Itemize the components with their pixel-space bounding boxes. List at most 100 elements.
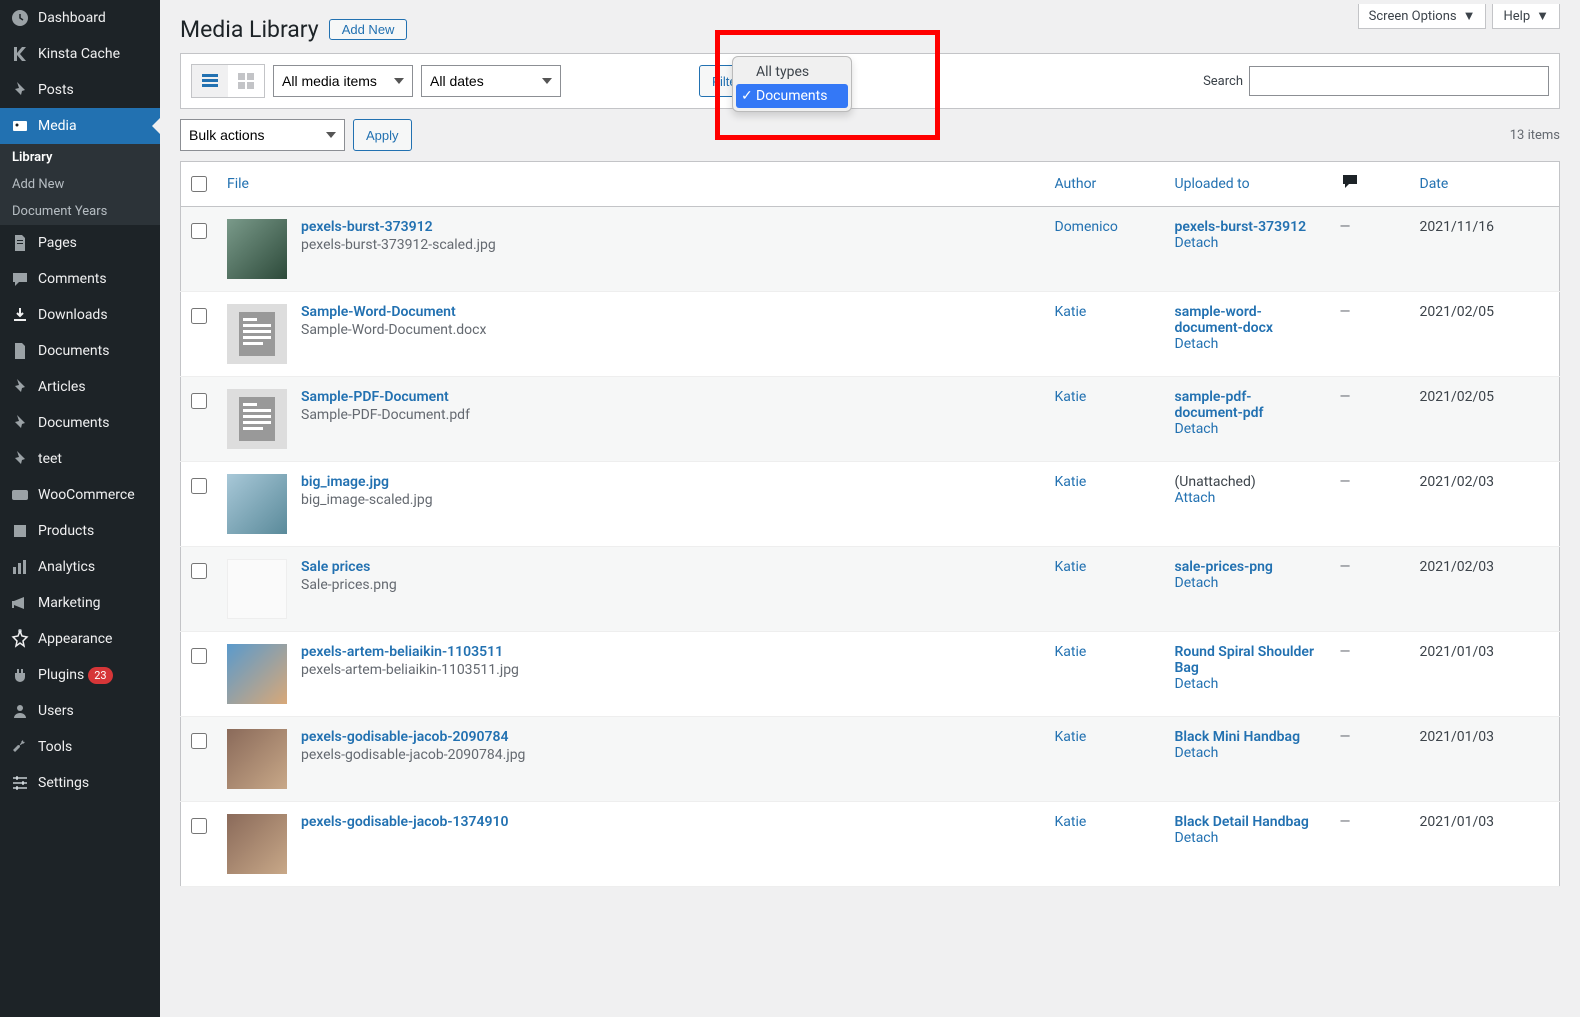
sidebar-item-label: Comments — [38, 271, 107, 287]
screen-options-tab[interactable]: Screen Options ▼ — [1358, 4, 1487, 29]
sidebar-item-articles[interactable]: Articles — [0, 369, 160, 405]
media-thumbnail[interactable] — [227, 474, 287, 534]
file-title-link[interactable]: Sample-Word-Document — [301, 304, 456, 320]
detach-link[interactable]: Detach — [1175, 830, 1219, 846]
row-checkbox[interactable] — [191, 648, 207, 664]
uploaded-link[interactable]: sample-pdf-document-pdf — [1175, 389, 1320, 421]
sidebar-item-documents[interactable]: Documents — [0, 405, 160, 441]
file-title-link[interactable]: pexels-burst-373912 — [301, 219, 433, 235]
sidebar-item-dashboard[interactable]: Dashboard — [0, 0, 160, 36]
sidebar-subitem-library[interactable]: Library — [0, 144, 160, 171]
row-checkbox[interactable] — [191, 818, 207, 834]
sidebar-item-analytics[interactable]: Analytics — [0, 549, 160, 585]
col-uploaded[interactable]: Uploaded to — [1165, 162, 1330, 207]
file-title-link[interactable]: pexels-godisable-jacob-2090784 — [301, 729, 508, 745]
file-title-link[interactable]: pexels-godisable-jacob-1374910 — [301, 814, 508, 830]
sidebar-item-marketing[interactable]: Marketing — [0, 585, 160, 621]
media-thumbnail[interactable] — [227, 304, 287, 364]
file-title-link[interactable]: Sample-PDF-Document — [301, 389, 449, 405]
date-cell: 2021/01/03 — [1410, 717, 1560, 802]
type-option-documents[interactable]: Documents — [736, 84, 848, 108]
detach-link[interactable]: Detach — [1175, 676, 1219, 692]
sidebar-item-posts[interactable]: Posts — [0, 72, 160, 108]
media-items-filter[interactable]: All media items — [273, 65, 413, 97]
sidebar-item-users[interactable]: Users — [0, 693, 160, 729]
file-title-link[interactable]: big_image.jpg — [301, 474, 389, 490]
sidebar-item-media[interactable]: Media — [0, 108, 160, 144]
row-checkbox[interactable] — [191, 478, 207, 494]
col-file[interactable]: File — [217, 162, 1045, 207]
row-checkbox[interactable] — [191, 393, 207, 409]
detach-link[interactable]: Detach — [1175, 235, 1219, 251]
uploaded-link[interactable]: sample-word-document-docx — [1175, 304, 1320, 336]
list-view-button[interactable] — [192, 65, 228, 97]
sidebar-item-downloads[interactable]: Downloads — [0, 297, 160, 333]
uploaded-link[interactable]: Round Spiral Shoulder Bag — [1175, 644, 1320, 676]
sidebar-item-teet[interactable]: teet — [0, 441, 160, 477]
uploaded-link[interactable]: Black Mini Handbag — [1175, 729, 1320, 745]
author-link[interactable]: Domenico — [1055, 219, 1118, 235]
help-tab[interactable]: Help ▼ — [1492, 4, 1560, 29]
author-link[interactable]: Katie — [1055, 559, 1087, 575]
sidebar-item-products[interactable]: Products — [0, 513, 160, 549]
sidebar-item-label: Marketing — [38, 595, 101, 611]
media-thumbnail[interactable] — [227, 389, 287, 449]
author-link[interactable]: Katie — [1055, 814, 1087, 830]
media-thumbnail[interactable] — [227, 729, 287, 789]
media-thumbnail[interactable] — [227, 814, 287, 874]
sidebar-item-comments[interactable]: Comments — [0, 261, 160, 297]
sidebar-item-plugins[interactable]: Plugins23 — [0, 657, 160, 693]
select-all-checkbox[interactable] — [191, 176, 207, 192]
sidebar-item-kinsta-cache[interactable]: Kinsta Cache — [0, 36, 160, 72]
media-thumbnail[interactable] — [227, 219, 287, 279]
uploaded-link[interactable]: Black Detail Handbag — [1175, 814, 1320, 830]
author-link[interactable]: Katie — [1055, 644, 1087, 660]
detach-link[interactable]: Detach — [1175, 745, 1219, 761]
col-author[interactable]: Author — [1045, 162, 1165, 207]
detach-link[interactable]: Detach — [1175, 575, 1219, 591]
file-title-link[interactable]: pexels-artem-beliaikin-1103511 — [301, 644, 503, 660]
row-checkbox[interactable] — [191, 563, 207, 579]
attach-link[interactable]: Attach — [1175, 490, 1216, 506]
sidebar-item-appearance[interactable]: Appearance — [0, 621, 160, 657]
search-input[interactable] — [1249, 66, 1549, 96]
sidebar-item-woocommerce[interactable]: WooCommerce — [0, 477, 160, 513]
apply-button[interactable]: Apply — [353, 119, 412, 151]
row-checkbox[interactable] — [191, 308, 207, 324]
bulk-actions-select[interactable]: Bulk actions — [180, 119, 345, 151]
sidebar-item-label: Settings — [38, 775, 89, 791]
add-new-button[interactable]: Add New — [329, 19, 408, 40]
type-option-all[interactable]: All types — [736, 60, 848, 84]
author-link[interactable]: Katie — [1055, 304, 1087, 320]
row-checkbox[interactable] — [191, 223, 207, 239]
author-link[interactable]: Katie — [1055, 389, 1087, 405]
sidebar-item-settings[interactable]: Settings — [0, 765, 160, 801]
sidebar-item-documents[interactable]: Documents — [0, 333, 160, 369]
sidebar-item-label: Plugins — [38, 667, 84, 683]
author-link[interactable]: Katie — [1055, 474, 1087, 490]
media-icon — [10, 116, 30, 136]
grid-view-button[interactable] — [228, 65, 264, 97]
sidebar-item-tools[interactable]: Tools — [0, 729, 160, 765]
sidebar-item-pages[interactable]: Pages — [0, 225, 160, 261]
detach-link[interactable]: Detach — [1175, 421, 1219, 437]
file-title-link[interactable]: Sale prices — [301, 559, 370, 575]
page-title: Media Library — [180, 16, 319, 43]
table-row: pexels-godisable-jacob-2090784pexels-god… — [181, 717, 1560, 802]
detach-link[interactable]: Detach — [1175, 336, 1219, 352]
uploaded-link[interactable]: sale-prices-png — [1175, 559, 1320, 575]
media-thumbnail[interactable] — [227, 644, 287, 704]
sidebar-subitem-add-new[interactable]: Add New — [0, 171, 160, 198]
col-date[interactable]: Date — [1410, 162, 1560, 207]
sidebar-subitem-document-years[interactable]: Document Years — [0, 198, 160, 225]
date-cell: 2021/02/03 — [1410, 547, 1560, 632]
tools-icon — [10, 737, 30, 757]
media-thumbnail[interactable] — [227, 559, 287, 619]
author-link[interactable]: Katie — [1055, 729, 1087, 745]
uploaded-link[interactable]: pexels-burst-373912 — [1175, 219, 1320, 235]
row-checkbox[interactable] — [191, 733, 207, 749]
settings-icon — [10, 773, 30, 793]
col-comments[interactable] — [1330, 162, 1410, 207]
date-cell: 2021/01/03 — [1410, 632, 1560, 717]
dates-filter[interactable]: All dates — [421, 65, 561, 97]
